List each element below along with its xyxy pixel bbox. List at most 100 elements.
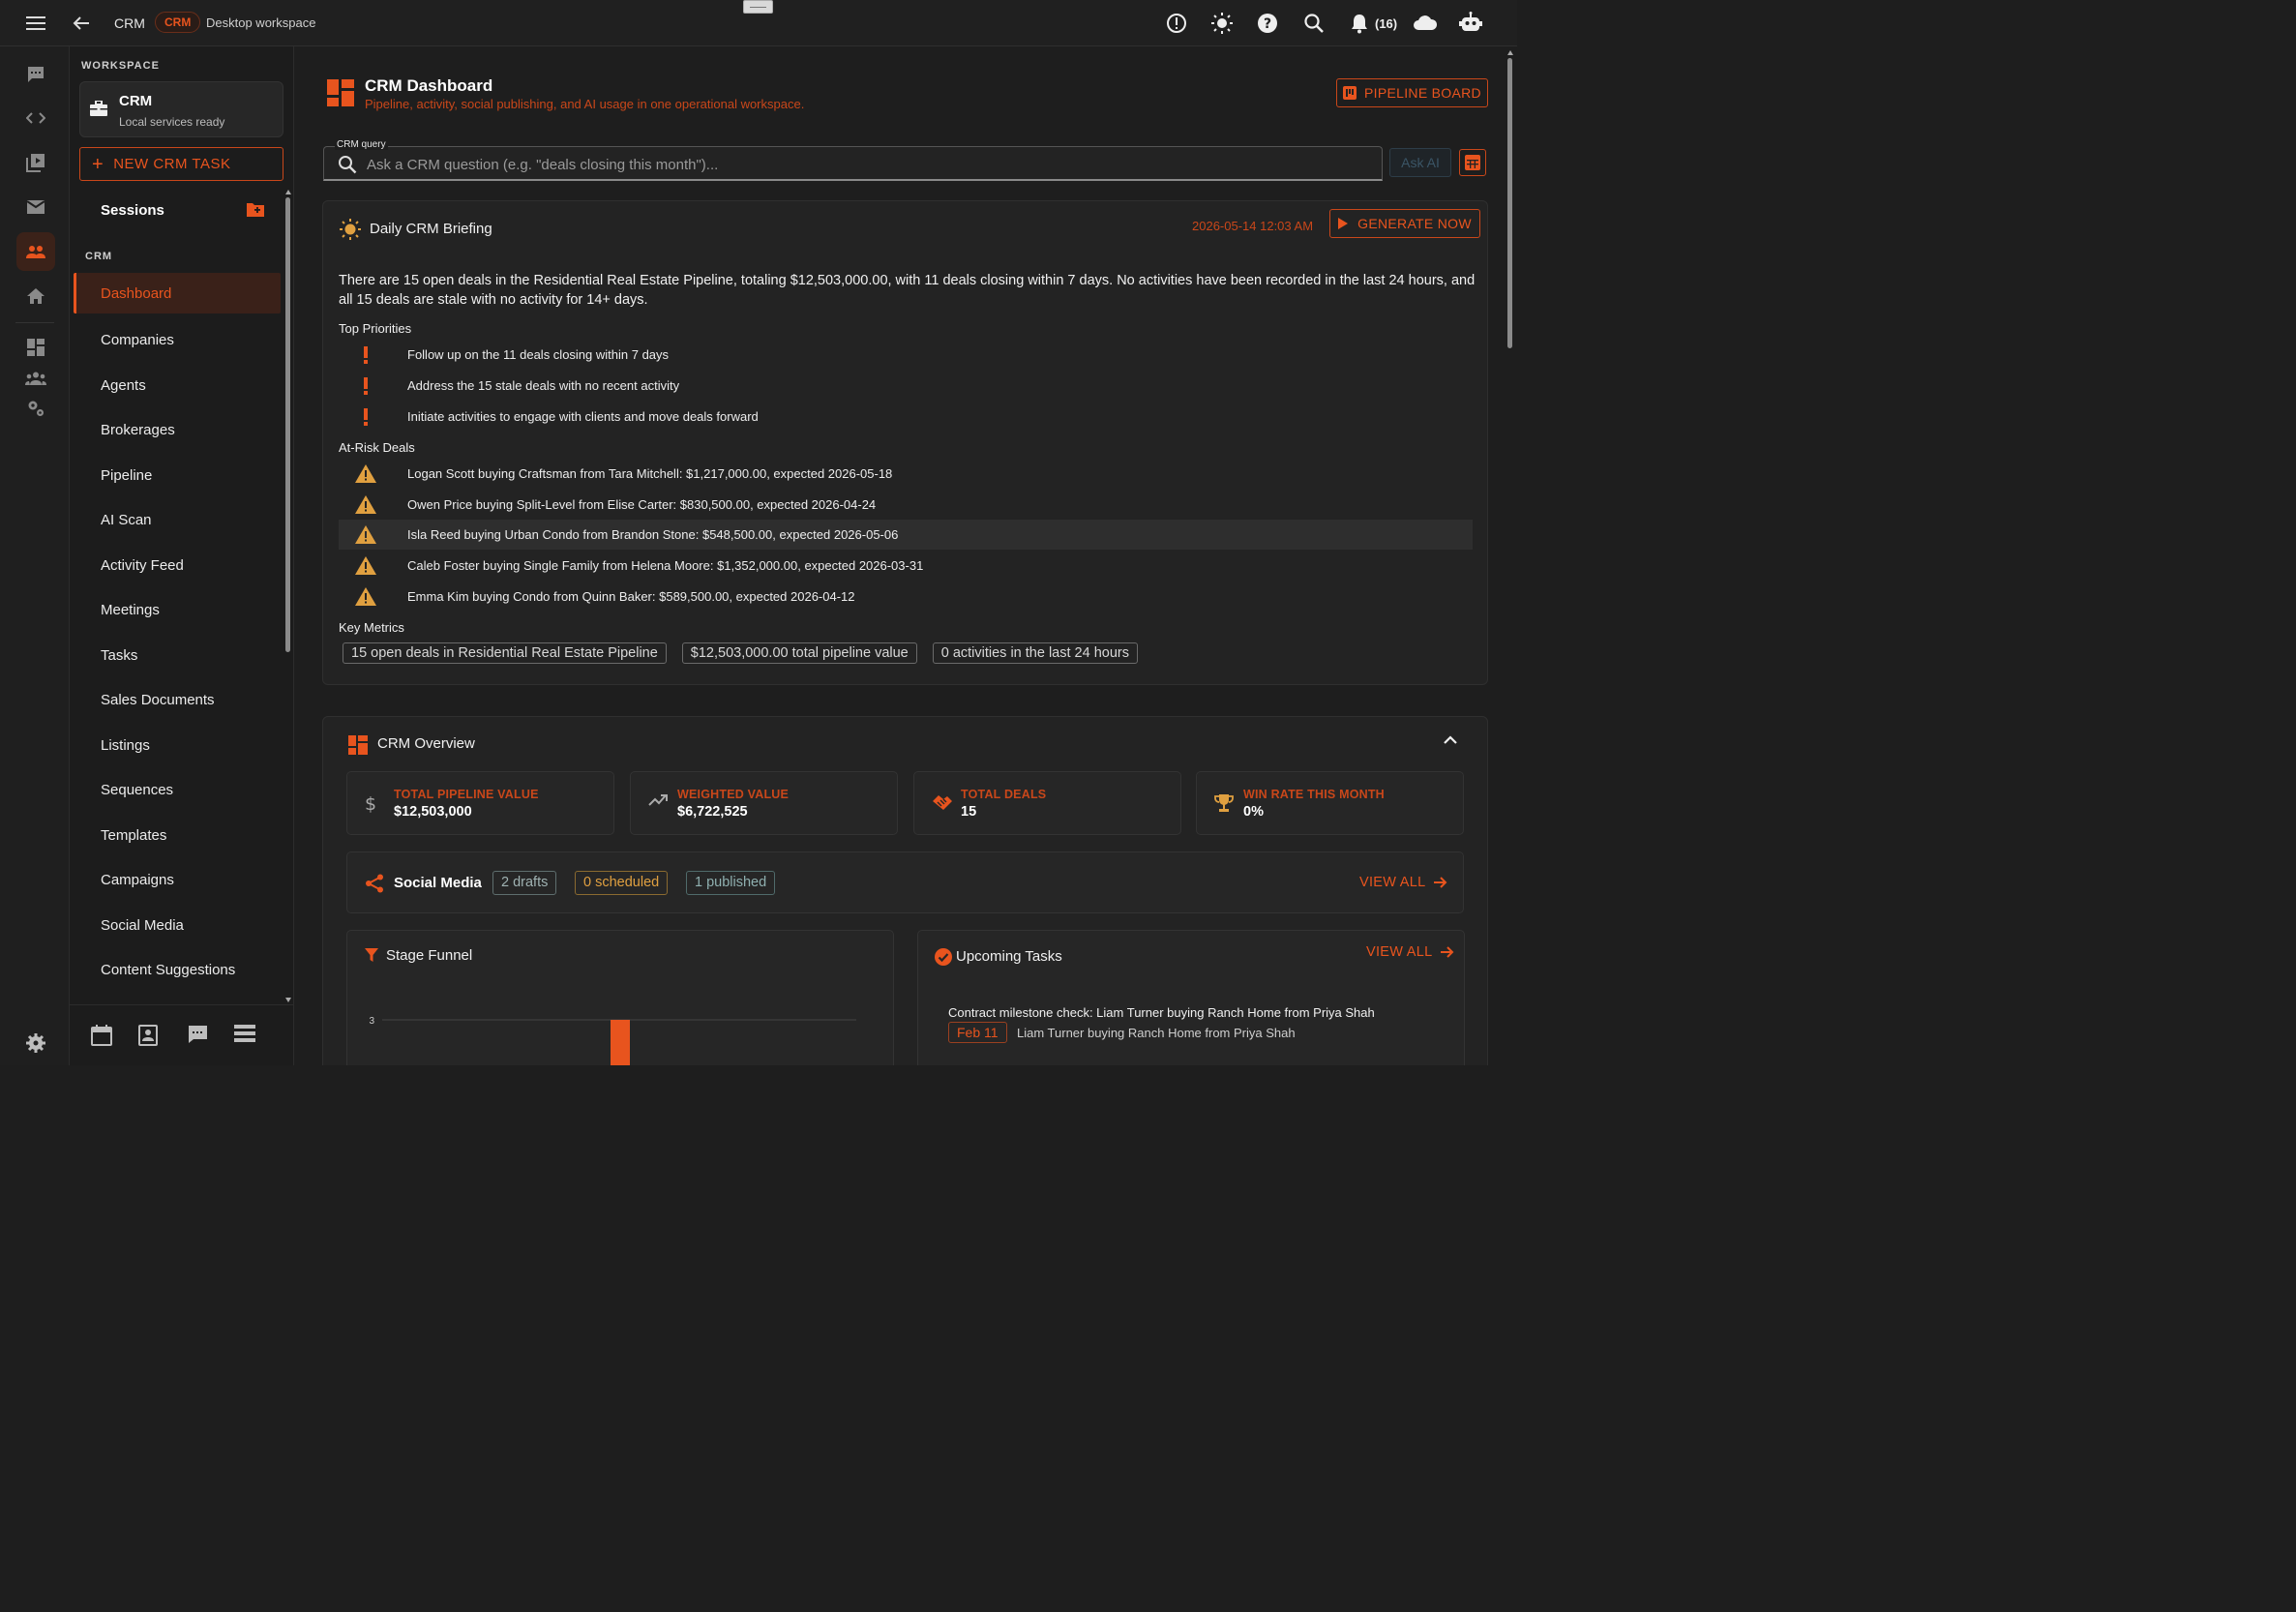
published-badge[interactable]: 1 published xyxy=(686,871,776,895)
new-session-folder-icon[interactable] xyxy=(247,202,264,217)
sidebar-item-templates[interactable]: Templates xyxy=(74,813,281,858)
new-crm-task-label: NEW CRM TASK xyxy=(113,156,231,172)
breadcrumb-pill[interactable]: CRM xyxy=(155,12,201,33)
task-date-badge: Feb 11 xyxy=(948,1022,1007,1043)
briefing-timestamp: 2026-05-14 12:03 AM xyxy=(1192,219,1314,233)
scroll-up-arrow-icon[interactable] xyxy=(285,190,291,194)
sidebar-item-activity-feed[interactable]: Activity Feed xyxy=(74,543,281,588)
crm-query-input[interactable] xyxy=(367,155,1363,174)
sidebar-item-sequences[interactable]: Sequences xyxy=(74,768,281,814)
alert-icon[interactable] xyxy=(1166,13,1187,34)
at-risk-item[interactable]: Emma Kim buying Condo from Quinn Baker: … xyxy=(339,582,1473,612)
social-media-title: Social Media xyxy=(394,875,482,891)
back-arrow-icon[interactable] xyxy=(70,12,93,35)
message-icon[interactable] xyxy=(187,1025,208,1044)
sidebar-item-social-media[interactable]: Social Media xyxy=(74,903,281,948)
mail-icon[interactable] xyxy=(23,194,48,220)
team-icon[interactable] xyxy=(23,366,48,391)
sidebar-item-tasks[interactable]: Tasks xyxy=(74,633,281,678)
exclamation-icon xyxy=(339,407,392,426)
svg-text:?: ? xyxy=(1264,16,1271,32)
settings-icon[interactable] xyxy=(23,1030,48,1056)
chat-icon[interactable] xyxy=(23,62,48,87)
sidebar-item-campaigns[interactable]: Campaigns xyxy=(74,858,281,904)
priority-item: Follow up on the 11 deals closing within… xyxy=(339,340,1473,370)
stat-total-pipeline-value: $ TOTAL PIPELINE VALUE $12,503,000 xyxy=(346,771,614,835)
stat-win-rate: WIN RATE THIS MONTH 0% xyxy=(1196,771,1464,835)
warning-icon xyxy=(339,525,392,544)
crm-people-icon[interactable] xyxy=(16,232,55,271)
sidebar-item-listings[interactable]: Listings xyxy=(74,723,281,768)
social-view-all-link[interactable]: VIEW ALL xyxy=(1359,875,1447,890)
scroll-down-arrow-icon[interactable] xyxy=(285,998,291,1002)
tasks-view-all-link[interactable]: VIEW ALL xyxy=(1366,944,1454,960)
main-scrollbar[interactable] xyxy=(1507,50,1513,1061)
at-risk-item[interactable]: Owen Price buying Split-Level from Elise… xyxy=(339,490,1473,520)
at-risk-item[interactable]: Logan Scott buying Craftsman from Tara M… xyxy=(339,459,1473,489)
handshake-icon xyxy=(932,793,953,811)
crm-overview-card: CRM Overview $ TOTAL PIPELINE VALUE $12,… xyxy=(322,716,1488,1065)
help-icon[interactable]: ? xyxy=(1257,13,1278,34)
collapse-chevron-icon[interactable] xyxy=(1444,735,1457,745)
settings-gears-icon[interactable] xyxy=(23,396,48,421)
stage-funnel-chart: 3 xyxy=(369,1016,856,1065)
priority-item: Initiate activities to engage with clien… xyxy=(339,402,1473,432)
sessions-heading[interactable]: Sessions xyxy=(101,202,164,219)
contact-card-icon[interactable] xyxy=(138,1025,158,1046)
at-risk-item[interactable]: Isla Reed buying Urban Condo from Brando… xyxy=(339,520,1473,550)
sidebar-item-ai-scan[interactable]: AI Scan xyxy=(74,498,281,544)
crm-nav-list: Dashboard Companies Agents Brokerages Pi… xyxy=(74,273,281,993)
sun-icon xyxy=(339,218,362,241)
crm-query-field[interactable] xyxy=(323,146,1383,181)
window-drag-handle[interactable] xyxy=(743,0,773,14)
dashboard-logo-icon xyxy=(327,79,354,106)
list-icon[interactable] xyxy=(234,1025,255,1042)
cloud-icon[interactable] xyxy=(1413,14,1438,31)
svg-text:$: $ xyxy=(365,793,376,813)
new-crm-task-button[interactable]: + NEW CRM TASK xyxy=(79,147,283,181)
pipeline-board-button[interactable]: PIPELINE BOARD xyxy=(1336,78,1488,107)
workspace-title: CRM xyxy=(119,93,153,109)
sidebar-bottom-toolbar xyxy=(70,1004,294,1065)
sidebar-item-pipeline[interactable]: Pipeline xyxy=(74,453,281,498)
workspace-status: Local services ready xyxy=(119,115,225,129)
calendar-icon[interactable] xyxy=(91,1025,112,1046)
sidebar-item-sales-documents[interactable]: Sales Documents xyxy=(74,678,281,724)
sidebar-item-content-suggestions[interactable]: Content Suggestions xyxy=(74,948,281,994)
robot-icon[interactable] xyxy=(1459,12,1482,33)
sidebar-item-agents[interactable]: Agents xyxy=(74,363,281,408)
sun-icon[interactable] xyxy=(1211,13,1233,34)
at-risk-item[interactable]: Caleb Foster buying Single Family from H… xyxy=(339,551,1473,581)
sidebar-scroll-thumb[interactable] xyxy=(285,197,290,652)
ask-ai-button[interactable]: Ask AI xyxy=(1389,148,1451,177)
key-metrics-label: Key Metrics xyxy=(339,620,404,635)
search-icon[interactable] xyxy=(1303,13,1325,34)
funnel-bar[interactable] xyxy=(611,1020,630,1065)
generate-now-label: GENERATE NOW xyxy=(1357,216,1472,231)
menu-icon[interactable] xyxy=(24,12,47,35)
sidebar-item-companies[interactable]: Companies xyxy=(74,318,281,364)
generate-now-button[interactable]: GENERATE NOW xyxy=(1329,209,1480,238)
query-templates-button[interactable] xyxy=(1459,149,1486,176)
sidebar-item-meetings[interactable]: Meetings xyxy=(74,588,281,634)
sidebar-item-brokerages[interactable]: Brokerages xyxy=(74,408,281,454)
share-icon xyxy=(365,874,384,893)
home-icon[interactable] xyxy=(23,284,48,309)
social-media-summary: Social Media 2 drafts 0 scheduled 1 publ… xyxy=(346,851,1464,913)
scroll-up-arrow-icon[interactable] xyxy=(1507,50,1513,55)
dashboard-icon[interactable] xyxy=(23,335,48,360)
sidebar-item-dashboard[interactable]: Dashboard xyxy=(74,273,281,313)
media-library-icon[interactable] xyxy=(23,150,48,175)
sidebar-scrollbar[interactable] xyxy=(285,190,291,1002)
check-circle-icon xyxy=(935,948,952,966)
metric-chip: 0 activities in the last 24 hours xyxy=(932,642,1138,664)
code-icon[interactable] xyxy=(23,105,48,131)
breadcrumb-app[interactable]: CRM xyxy=(114,15,145,31)
main-scroll-thumb[interactable] xyxy=(1507,58,1512,348)
scheduled-badge[interactable]: 0 scheduled xyxy=(575,871,669,895)
bell-icon[interactable] xyxy=(1350,13,1369,34)
drafts-badge[interactable]: 2 drafts xyxy=(492,871,557,895)
workspace-card[interactable]: CRM Local services ready xyxy=(79,81,283,137)
task-title[interactable]: Contract milestone check: Liam Turner bu… xyxy=(948,1005,1375,1020)
overview-logo-icon xyxy=(348,735,368,755)
